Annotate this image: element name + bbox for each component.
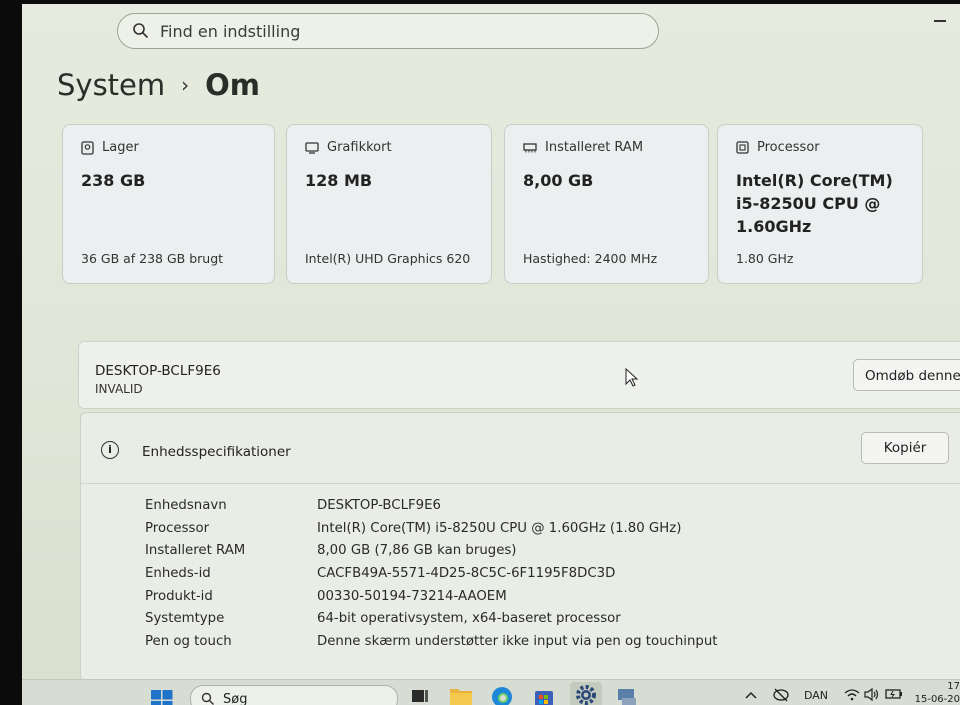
spec-row: Systemtype 64-bit operativsystem, x64-bas… [145,607,718,630]
card-value: 8,00 GB [523,171,594,190]
page-title: Om [205,68,261,102]
spec-row: Enheds-id CACFB49A-5571-4D25-8C5C-6F1195F… [145,562,718,585]
clock[interactable]: 17 15-06-20 [915,680,960,705]
gear-icon [576,685,596,705]
copy-button[interactable]: Kopiér [861,432,949,464]
breadcrumb-parent[interactable]: System [57,68,165,102]
breadcrumb-separator: › [181,73,190,97]
spec-title: Enhedsspecifikationer [142,444,291,460]
settings-window: Find en indstilling System › Om Lager 23… [22,4,960,705]
wifi-icon[interactable] [844,688,860,701]
spec-header[interactable]: i Enhedsspecifikationer Kopiér [81,413,960,484]
system-tool-icon[interactable] [616,686,638,705]
task-view-icon[interactable] [410,686,430,705]
gpu-icon [305,141,319,154]
processor-icon [736,141,749,154]
ram-icon [523,142,537,152]
battery-icon[interactable] [885,688,903,700]
spec-key: Processor [145,520,210,536]
card-value: 128 MB [305,171,373,190]
device-name: DESKTOP-BCLF9E6 [95,363,221,379]
card-subtext: Intel(R) UHD Graphics 620 [305,251,471,266]
settings-taskbar-button[interactable] [570,682,602,705]
spec-value: 8,00 GB (7,86 GB kan bruges) [317,543,517,559]
info-icon: i [101,441,119,459]
ram-card[interactable]: Installeret RAM 8,00 GB Hastighed: 2400 … [504,124,709,284]
card-subtext: 36 GB af 238 GB brugt [81,251,224,266]
taskbar: Søg DAN 17 15-06-20 [22,679,960,705]
spec-row: Enhedsnavn DESKTOP-BCLF9E6 [145,494,718,517]
edge-browser-icon[interactable] [491,686,513,705]
processor-card[interactable]: Processor Intel(R) Core(TM) i5-8250U CPU… [717,124,923,284]
spec-row: Produkt-id 00330-50194-73214-AAOEM [145,585,718,608]
storage-icon [81,140,94,155]
language-indicator[interactable]: DAN [804,689,828,702]
spec-key: Produkt-id [145,588,213,604]
spec-key: Enheds-id [145,565,211,581]
search-placeholder: Find en indstilling [160,21,301,41]
card-title: Grafikkort [327,140,392,155]
breadcrumb: System › Om [57,68,260,102]
location-off-icon[interactable] [773,688,789,702]
card-value: 238 GB [81,171,146,190]
volume-icon[interactable] [864,688,880,701]
spec-row: Installeret RAM 8,00 GB (7,86 GB kan brug… [145,539,718,562]
search-box[interactable]: Find en indstilling [117,13,659,49]
start-button-icon[interactable] [150,689,174,705]
search-icon [133,23,149,39]
device-name-row: DESKTOP-BCLF9E6 INVALID Omdøb denne p [78,341,960,409]
file-explorer-icon[interactable] [449,686,473,705]
spec-key: Pen og touch [145,633,232,649]
spec-value: CACFB49A-5571-4D25-8C5C-6F1195F8DC3D [317,565,616,581]
taskbar-search-label: Søg [223,691,248,705]
store-icon[interactable] [533,686,555,705]
card-value: Intel(R) Core(TM) i5-8250U CPU @ 1.60GHz [736,171,893,236]
spec-key: Enhedsnavn [145,497,227,513]
clock-date: 15-06-20 [914,694,960,705]
gpu-card[interactable]: Grafikkort 128 MB Intel(R) UHD Graphics … [286,124,492,284]
card-title: Lager [102,140,139,155]
spec-value: DESKTOP-BCLF9E6 [317,497,441,513]
search-icon [201,692,214,705]
chevron-up-icon[interactable] [745,691,757,699]
device-specifications-section: i Enhedsspecifikationer Kopiér Enhedsnav… [80,412,960,682]
spec-value: Intel(R) Core(TM) i5-8250U CPU @ 1.60GHz… [317,520,682,536]
card-subtext: 1.80 GHz [736,251,794,266]
spec-value: Denne skærm understøtter ikke input via … [317,633,718,649]
spec-table: Enhedsnavn DESKTOP-BCLF9E6 Processor Intel… [145,494,718,653]
activation-status: INVALID [95,382,143,396]
card-title: Processor [757,140,820,155]
mouse-cursor-icon [625,368,639,387]
spec-value: 00330-50194-73214-AAOEM [317,588,507,604]
spec-key: Installeret RAM [145,543,246,559]
spec-key: Systemtype [145,611,225,627]
spec-value: 64-bit operativsystem, x64-baseret proce… [317,611,621,627]
spec-row: Pen og touch Denne skærm understøtter ikk… [145,630,718,653]
storage-card[interactable]: Lager 238 GB 36 GB af 238 GB brugt [62,124,275,284]
rename-pc-button[interactable]: Omdøb denne p [853,359,960,391]
spec-row: Processor Intel(R) Core(TM) i5-8250U CPU … [145,517,718,540]
minimize-button[interactable] [934,20,946,22]
card-subtext: Hastighed: 2400 MHz [523,251,658,266]
card-title: Installeret RAM [545,140,644,155]
taskbar-search[interactable]: Søg [190,685,398,705]
clock-time: 17 [947,681,960,692]
